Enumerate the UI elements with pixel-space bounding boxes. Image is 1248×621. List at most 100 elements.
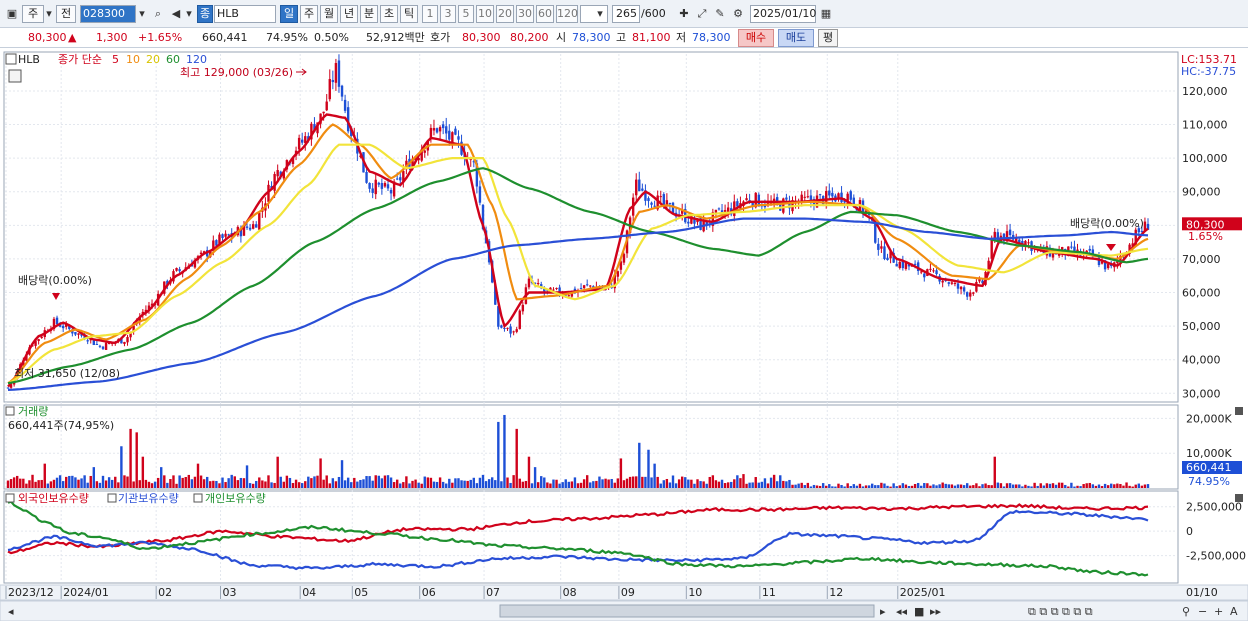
interval-5[interactable]: 5 xyxy=(458,5,474,23)
interval-10[interactable]: 10 xyxy=(476,5,494,23)
chart-area[interactable]: 2023/12 2024/01 02 03 04 05 06 07 08 09 10 11 12 2025… xyxy=(0,50,1248,621)
tab-second[interactable]: 초 xyxy=(380,5,398,23)
close-icon[interactable] xyxy=(1235,494,1243,502)
zoom-in-icon[interactable]: + xyxy=(1214,605,1223,618)
interval-30[interactable]: 30 xyxy=(516,5,534,23)
rewind-icon[interactable]: ◂◂ xyxy=(896,605,908,618)
candle-body xyxy=(935,270,938,275)
volume-bar xyxy=(169,479,172,488)
zoom-icon[interactable]: ⚲ xyxy=(1182,605,1190,618)
chevron-down-icon[interactable]: ▾ xyxy=(136,5,148,23)
scroll-right-icon[interactable]: ▸ xyxy=(880,605,886,618)
font-size-icon[interactable]: A xyxy=(1230,605,1238,618)
interval-3[interactable]: 3 xyxy=(440,5,456,23)
chevron-down-icon[interactable]: ▾ xyxy=(184,5,194,23)
tab-tick[interactable]: 틱 xyxy=(400,5,418,23)
candle-body xyxy=(806,196,810,198)
tab-minute[interactable]: 분 xyxy=(360,5,378,23)
volume-bar xyxy=(650,477,653,488)
buy-button[interactable]: 매수 xyxy=(738,29,774,47)
price-tick-label: 30,000 xyxy=(1182,387,1221,400)
tool-icons[interactable]: ⧉ ⧉ ⧉ ⧉ ⧉ ⧉ xyxy=(1028,605,1093,618)
scroll-left-icon[interactable]: ◂ xyxy=(8,605,14,618)
volume-bar xyxy=(1113,484,1116,488)
volume-bar xyxy=(1100,486,1104,488)
gear-icon[interactable]: ⚙ xyxy=(730,5,746,23)
volume-bar xyxy=(49,481,53,488)
prev-button[interactable]: 전 xyxy=(56,5,76,23)
volume-bar xyxy=(426,477,430,488)
sell-button[interactable]: 매도 xyxy=(778,29,814,47)
price-panel[interactable] xyxy=(3,51,1179,403)
candle-body xyxy=(585,284,589,286)
drawing-icon[interactable]: ✎ xyxy=(712,5,728,23)
calendar-icon[interactable]: ▦ xyxy=(818,5,834,23)
candle-body xyxy=(386,184,390,189)
volume-bar xyxy=(585,475,589,488)
volume-bar xyxy=(248,483,252,488)
speaker-icon[interactable]: ◀ xyxy=(168,5,184,23)
candle-body xyxy=(377,182,381,185)
volume-bar xyxy=(276,456,279,488)
volume-bar xyxy=(1122,485,1125,488)
volume-bar xyxy=(331,478,335,488)
window-icon[interactable]: ▣ xyxy=(4,5,20,23)
scroll-thumb[interactable] xyxy=(499,604,875,618)
interval-20[interactable]: 20 xyxy=(496,5,514,23)
volume-bar xyxy=(953,485,957,488)
stock-code-input[interactable]: 028300 xyxy=(80,5,136,23)
chart-svg[interactable]: 2023/12 2024/01 02 03 04 05 06 07 08 09 10 11 12 2025… xyxy=(0,50,1248,621)
volume-bar xyxy=(543,477,546,488)
volume-bar xyxy=(751,482,754,488)
panel-box-icon[interactable] xyxy=(5,493,15,503)
chevron-down-icon[interactable]: ▾ xyxy=(594,5,606,23)
average-button[interactable]: 평 xyxy=(818,29,838,47)
panel-box-icon[interactable] xyxy=(107,493,117,503)
market-selector[interactable]: 주 xyxy=(22,5,44,23)
stop-icon[interactable]: ■ xyxy=(914,605,924,618)
tab-yearly[interactable]: 년 xyxy=(340,5,358,23)
volume-bar xyxy=(962,485,966,488)
stock-name-field[interactable]: HLB xyxy=(214,5,276,23)
crosshair-icon[interactable]: ✚ xyxy=(676,5,692,23)
volume-bar xyxy=(95,481,99,488)
panel-box-icon[interactable] xyxy=(193,493,203,503)
candle-body xyxy=(512,331,515,333)
volume-bar xyxy=(898,485,901,488)
search-icon[interactable]: ⌕ xyxy=(150,5,166,23)
volume-bar xyxy=(181,477,184,488)
volume-bar xyxy=(28,480,31,488)
panel-box-icon[interactable] xyxy=(5,53,17,65)
volume-bar xyxy=(475,483,479,488)
volume-bar xyxy=(662,480,666,488)
draw-tool-icon[interactable]: ⤢ xyxy=(694,5,710,23)
volume-bar xyxy=(251,483,255,488)
bar-count-input[interactable]: 265 xyxy=(612,5,640,23)
x-tick-label: 05 xyxy=(354,586,368,599)
volume-bar xyxy=(423,476,426,488)
volume-bar xyxy=(163,475,166,488)
table-icon[interactable] xyxy=(8,69,22,83)
candle-body xyxy=(343,99,347,111)
volume-bar xyxy=(711,475,715,488)
chevron-down-icon[interactable]: ▾ xyxy=(44,5,54,23)
interval-120[interactable]: 120 xyxy=(556,5,578,23)
volume-bar xyxy=(80,478,83,488)
volume-bar xyxy=(763,478,767,488)
volume-bar xyxy=(221,477,224,488)
tab-monthly[interactable]: 월 xyxy=(320,5,338,23)
fast-forward-icon[interactable]: ▸▸ xyxy=(930,605,942,618)
price-change-pct: +1.65% xyxy=(138,31,183,44)
holdings-tick-label: 0 xyxy=(1186,525,1193,538)
close-icon[interactable] xyxy=(1235,407,1243,415)
volume-bar xyxy=(184,477,187,488)
tab-weekly[interactable]: 주 xyxy=(300,5,318,23)
panel-box-icon[interactable] xyxy=(5,406,15,416)
zoom-out-icon[interactable]: − xyxy=(1198,605,1207,618)
volume-bar xyxy=(484,481,488,488)
interval-60[interactable]: 60 xyxy=(536,5,554,23)
tab-daily[interactable]: 일 xyxy=(280,5,298,23)
date-input[interactable]: 2025/01/10 xyxy=(750,5,816,23)
volume-bar xyxy=(83,475,86,488)
interval-1[interactable]: 1 xyxy=(422,5,438,23)
